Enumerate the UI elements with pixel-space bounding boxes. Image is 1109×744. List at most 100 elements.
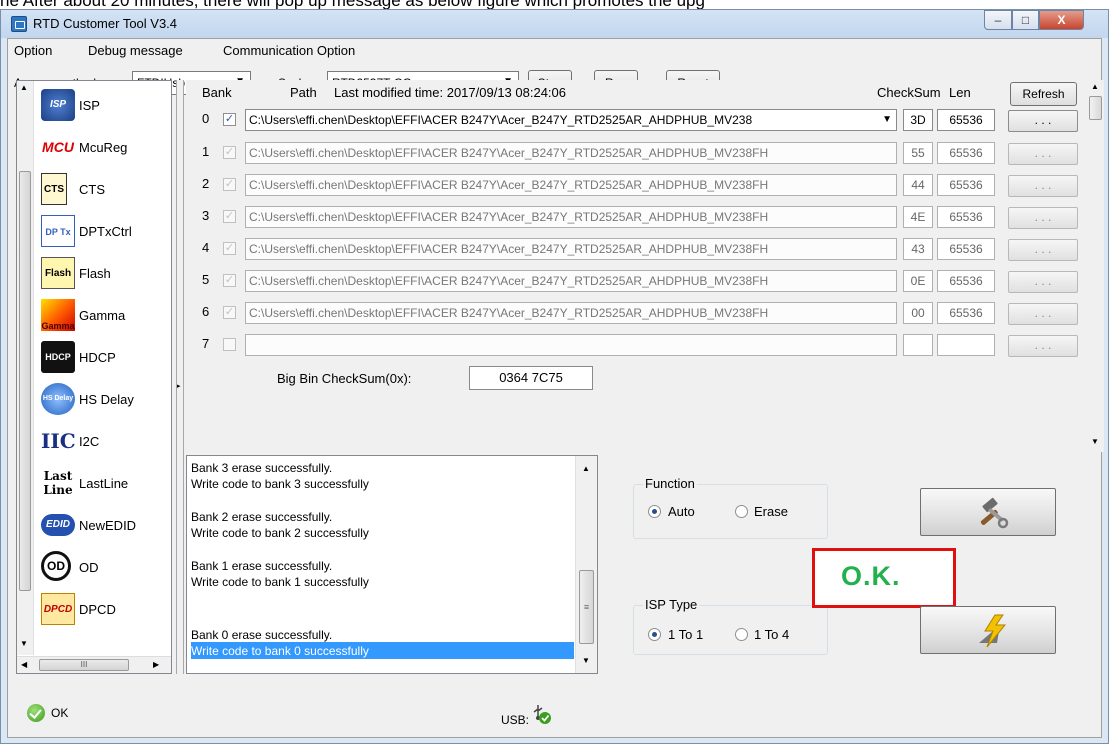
bank-column-header: Bank xyxy=(202,85,232,100)
scroll-down-icon[interactable]: ▼ xyxy=(20,639,28,648)
dptx-icon: DP Tx xyxy=(41,215,75,247)
bank-0-checkbox[interactable]: ✓ xyxy=(223,113,236,126)
log-line-selected: Write code to bank 0 successfully xyxy=(191,644,369,658)
status-ok-label: OK xyxy=(51,706,69,720)
bank-4-checkbox[interactable]: ✓ xyxy=(223,242,236,255)
bank-3-checkbox[interactable]: ✓ xyxy=(223,210,236,223)
erase-radio-label[interactable]: Erase xyxy=(754,504,788,519)
bank-7-path[interactable] xyxy=(245,334,897,356)
bank-7-checkbox[interactable] xyxy=(223,338,236,351)
auto-radio-label[interactable]: Auto xyxy=(668,504,695,519)
bank-0-browse-button[interactable]: . . . xyxy=(1008,110,1078,132)
bank-4-checksum: 43 xyxy=(903,238,933,260)
one-to-four-label[interactable]: 1 To 4 xyxy=(754,627,789,642)
one-to-one-label[interactable]: 1 To 1 xyxy=(668,627,703,642)
scroll-up-icon[interactable]: ▲ xyxy=(20,83,28,92)
sidebar-horizontal-scrollbar[interactable]: ◀ III ▶ xyxy=(17,656,171,673)
bank-1-browse-button[interactable]: . . . xyxy=(1008,143,1078,165)
sidebar-item-lastline[interactable]: Last Line LastLine xyxy=(37,463,171,503)
gamma-icon: Gamma xyxy=(41,299,75,331)
program-flash-button[interactable] xyxy=(920,606,1056,654)
isp-tools-button[interactable] xyxy=(920,488,1056,536)
bank-0-len: 65536 xyxy=(937,109,995,131)
flash-icon: Flash xyxy=(41,257,75,289)
scroll-up-icon[interactable]: ▲ xyxy=(1091,82,1099,91)
bank-0-path-select[interactable]: C:\Users\effi.chen\Desktop\EFFI\ACER B24… xyxy=(245,109,897,131)
bank-5-checksum: 0E xyxy=(903,270,933,292)
bank-panel-scroll-thumb[interactable] xyxy=(1089,96,1102,120)
sidebar-item-label: HS Delay xyxy=(79,392,134,407)
sidebar-item-newedid[interactable]: EDID NewEDID xyxy=(37,505,171,545)
sidebar-item-hdcp[interactable]: HDCP HDCP xyxy=(37,337,171,377)
sidebar-item-label: DPCD xyxy=(79,602,116,617)
checksum-column-header: CheckSum xyxy=(877,85,941,100)
bank-7-len xyxy=(937,334,995,356)
bank-2-browse-button[interactable]: . . . xyxy=(1008,175,1078,197)
sidebar-scroll-thumb[interactable] xyxy=(19,171,31,591)
sidebar-item-cts[interactable]: CTS CTS xyxy=(37,169,171,209)
close-button[interactable]: X xyxy=(1039,10,1084,30)
erase-radio[interactable] xyxy=(735,505,748,518)
bank-panel: Bank Path Last modified time: 2017/09/13… xyxy=(186,80,1086,452)
path-column-header: Path xyxy=(290,85,317,100)
menu-option[interactable]: Option xyxy=(14,43,52,58)
scroll-down-icon[interactable]: ▼ xyxy=(582,656,590,665)
isp-type-group xyxy=(633,605,828,655)
sidebar-item-gamma[interactable]: Gamma Gamma xyxy=(37,295,171,335)
sidebar-hscroll-thumb[interactable]: III xyxy=(39,659,129,671)
minimize-button[interactable]: – xyxy=(984,10,1012,30)
bank-4-browse-button[interactable]: . . . xyxy=(1008,239,1078,261)
bank-6-browse-button[interactable]: . . . xyxy=(1008,303,1078,325)
bank-2-checksum: 44 xyxy=(903,174,933,196)
big-bin-checksum-value: 0364 7C75 xyxy=(469,366,593,390)
bank-number: 4 xyxy=(202,240,210,255)
sidebar-item-label: DPTxCtrl xyxy=(79,224,132,239)
log-scroll-thumb[interactable]: ≡ xyxy=(579,570,594,644)
bank-5-checkbox[interactable]: ✓ xyxy=(223,274,236,287)
refresh-button[interactable]: Refresh xyxy=(1010,82,1077,106)
one-to-one-radio[interactable] xyxy=(648,628,661,641)
sidebar-item-dptxctrl[interactable]: DP Tx DPTxCtrl xyxy=(37,211,171,251)
bank-1-checkbox[interactable]: ✓ xyxy=(223,146,236,159)
sidebar-splitter[interactable]: ▸ xyxy=(176,80,184,674)
sidebar-vertical-scrollbar[interactable]: ▲ ▼ xyxy=(17,81,34,655)
sidebar-item-mcureg[interactable]: MCU McuReg xyxy=(37,127,171,167)
bank-6-checkbox[interactable]: ✓ xyxy=(223,306,236,319)
scroll-up-icon[interactable]: ▲ xyxy=(582,464,590,473)
scroll-down-icon[interactable]: ▼ xyxy=(1091,437,1099,446)
sidebar-item-flash[interactable]: Flash Flash xyxy=(37,253,171,293)
menu-communication-option[interactable]: Communication Option xyxy=(223,43,355,58)
bank-5-path[interactable]: C:\Users\effi.chen\Desktop\EFFI\ACER B24… xyxy=(245,270,897,292)
bank-1-len: 65536 xyxy=(937,142,995,164)
log-output[interactable]: Bank 3 erase successfully. Write code to… xyxy=(186,455,598,674)
splitter-arrow-icon[interactable]: ▸ xyxy=(177,382,181,390)
sidebar-item-hs-delay[interactable]: HS Delay HS Delay xyxy=(37,379,171,419)
lightning-icon xyxy=(979,614,1007,648)
sidebar-item-isp[interactable]: ISP ISP xyxy=(37,85,171,125)
log-scrollbar[interactable]: ▲ ≡ ▼ xyxy=(575,456,597,673)
bank-3-browse-button[interactable]: . . . xyxy=(1008,207,1078,229)
bank-panel-scrollbar[interactable]: ▲ ▼ xyxy=(1087,80,1104,452)
bank-1-path[interactable]: C:\Users\effi.chen\Desktop\EFFI\ACER B24… xyxy=(245,142,897,164)
auto-radio[interactable] xyxy=(648,505,661,518)
scroll-left-icon[interactable]: ◀ xyxy=(21,660,27,669)
bank-6-path[interactable]: C:\Users\effi.chen\Desktop\EFFI\ACER B24… xyxy=(245,302,897,324)
dpcd-icon: DPCD xyxy=(41,593,75,625)
scroll-right-icon[interactable]: ▶ xyxy=(153,660,159,669)
sidebar-item-dpcd[interactable]: DPCD DPCD xyxy=(37,589,171,629)
bank-3-path[interactable]: C:\Users\effi.chen\Desktop\EFFI\ACER B24… xyxy=(245,206,897,228)
sidebar-item-i2c[interactable]: IIC I2C xyxy=(37,421,171,461)
tool-sidebar: ▲ ▼ ISP ISP MCU McuReg CTS CTS DP Tx DPT… xyxy=(16,80,172,674)
bank-4-path[interactable]: C:\Users\effi.chen\Desktop\EFFI\ACER B24… xyxy=(245,238,897,260)
bank-2-checkbox[interactable]: ✓ xyxy=(223,178,236,191)
bank-number: 5 xyxy=(202,272,210,287)
title-bar[interactable]: RTD Customer Tool V3.4 – □ X xyxy=(1,10,1108,38)
sidebar-item-od[interactable]: OD OD xyxy=(37,547,171,587)
menu-debug-message[interactable]: Debug message xyxy=(88,43,183,58)
maximize-button[interactable]: □ xyxy=(1012,10,1039,30)
ok-result-text: O.K. xyxy=(841,561,901,591)
bank-7-browse-button[interactable]: . . . xyxy=(1008,335,1078,357)
bank-5-browse-button[interactable]: . . . xyxy=(1008,271,1078,293)
bank-2-path[interactable]: C:\Users\effi.chen\Desktop\EFFI\ACER B24… xyxy=(245,174,897,196)
one-to-four-radio[interactable] xyxy=(735,628,748,641)
